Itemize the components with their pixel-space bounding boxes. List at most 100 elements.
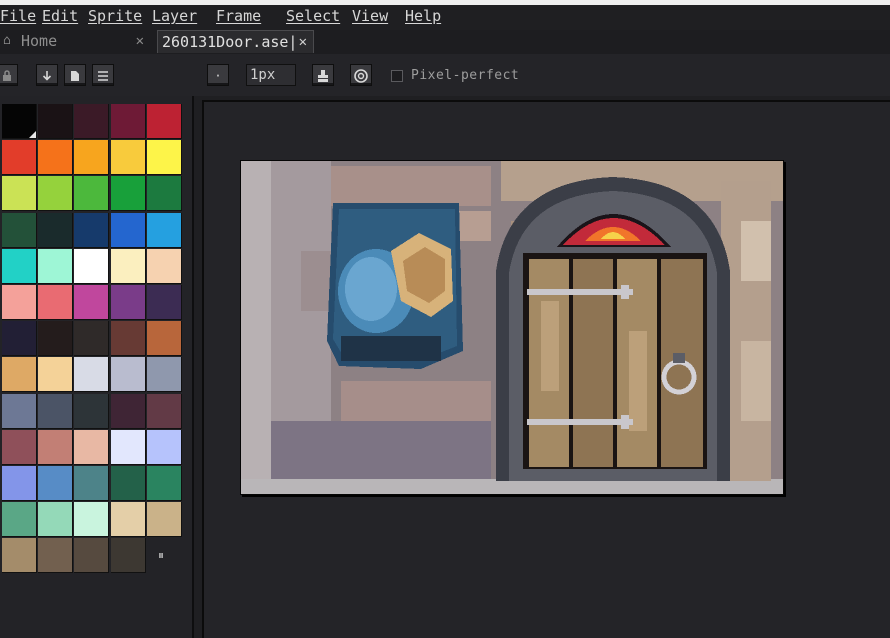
options-menu-button[interactable]	[92, 64, 114, 86]
ink-button[interactable]	[312, 64, 334, 86]
palette-swatch[interactable]	[38, 466, 74, 501]
palette-swatch[interactable]	[74, 176, 110, 212]
palette-swatch[interactable]	[110, 176, 146, 212]
palette-swatch[interactable]	[74, 140, 110, 176]
palette-swatch[interactable]	[38, 538, 74, 574]
palette-swatch[interactable]	[110, 429, 146, 465]
palette-swatch[interactable]	[38, 321, 74, 357]
palette-swatch[interactable]	[146, 104, 182, 139]
menu-sprite[interactable]: Sprite	[88, 7, 142, 25]
palette-swatch[interactable]	[2, 104, 37, 139]
palette-swatch[interactable]	[146, 248, 182, 284]
palette-swatch[interactable]	[2, 466, 37, 501]
palette-swatch[interactable]	[38, 104, 74, 139]
palette-swatch[interactable]	[2, 212, 37, 248]
close-icon[interactable]: ✕	[299, 31, 307, 53]
opacity-button[interactable]	[350, 64, 372, 86]
palette-swatch[interactable]	[74, 429, 110, 465]
palette-swatch[interactable]	[110, 285, 146, 320]
palette-swatch[interactable]	[38, 393, 74, 429]
palette-swatch[interactable]	[146, 140, 182, 176]
menu-view[interactable]: View	[352, 7, 388, 25]
pixel-perfect-label: Pixel-perfect	[411, 68, 520, 83]
palette-resize-handle[interactable]: ⏸	[158, 548, 164, 563]
new-page-button[interactable]	[64, 64, 86, 86]
palette-swatch[interactable]	[74, 212, 110, 248]
selected-color-marker	[29, 131, 36, 138]
lock-icon	[3, 70, 11, 81]
palette-swatch[interactable]	[38, 248, 74, 284]
palette-swatch[interactable]	[38, 212, 74, 248]
palette-swatch[interactable]	[74, 466, 110, 501]
palette-swatch[interactable]	[74, 321, 110, 357]
palette-swatch[interactable]	[38, 285, 74, 320]
palette-swatch[interactable]	[110, 140, 146, 176]
target-icon	[354, 69, 368, 83]
menu-help[interactable]: Help	[405, 7, 441, 25]
palette-swatch[interactable]	[38, 502, 74, 538]
palette-swatch[interactable]	[2, 357, 37, 393]
menu-file[interactable]: File	[0, 7, 36, 25]
window-top-strip	[0, 0, 890, 5]
palette-swatch[interactable]	[146, 285, 182, 320]
brush-size-field[interactable]: 1px	[246, 64, 296, 86]
sprite-canvas[interactable]	[240, 160, 784, 495]
palette-swatch[interactable]	[74, 104, 110, 139]
menu-layer[interactable]: Layer	[152, 7, 197, 25]
palette-swatch[interactable]	[146, 429, 182, 465]
home-icon: ⌂	[3, 33, 11, 48]
palette-swatch[interactable]	[110, 104, 146, 139]
move-down-button[interactable]	[36, 64, 58, 86]
page-icon	[71, 71, 79, 81]
palette-swatch[interactable]	[110, 538, 146, 574]
palette-swatch[interactable]	[2, 285, 37, 320]
palette-swatch[interactable]	[38, 176, 74, 212]
palette-swatch[interactable]	[110, 502, 146, 538]
palette-swatch[interactable]	[74, 248, 110, 284]
palette-swatch[interactable]	[110, 212, 146, 248]
menu-frame[interactable]: Frame	[216, 7, 261, 25]
close-icon[interactable]: ✕	[136, 30, 144, 52]
palette-swatch[interactable]	[2, 176, 37, 212]
menu-bar: File Edit Sprite Layer Frame Select View…	[0, 0, 890, 30]
palette-swatch[interactable]	[146, 357, 182, 393]
palette-swatch[interactable]	[110, 248, 146, 284]
palette-swatch[interactable]	[2, 502, 37, 538]
tab-home[interactable]: ⌂ Home ✕	[0, 30, 150, 52]
menu-edit[interactable]: Edit	[42, 7, 78, 25]
palette-swatch[interactable]	[74, 285, 110, 320]
palette-swatch[interactable]	[146, 176, 182, 212]
palette-swatch[interactable]	[74, 393, 110, 429]
palette-swatch[interactable]	[2, 321, 37, 357]
palette-swatch[interactable]	[110, 357, 146, 393]
palette-grid	[2, 104, 183, 574]
palette-panel	[0, 96, 194, 638]
palette-swatch[interactable]	[38, 429, 74, 465]
palette-swatch[interactable]	[2, 393, 37, 429]
palette-swatch[interactable]	[110, 321, 146, 357]
palette-swatch[interactable]	[110, 466, 146, 501]
stamp-icon	[318, 70, 328, 82]
pixel-perfect-checkbox[interactable]	[391, 70, 403, 82]
menu-icon	[98, 71, 108, 81]
palette-swatch[interactable]	[146, 212, 182, 248]
palette-swatch[interactable]	[146, 321, 182, 357]
palette-swatch[interactable]	[74, 502, 110, 538]
palette-swatch[interactable]	[146, 466, 182, 501]
palette-swatch[interactable]	[74, 357, 110, 393]
palette-swatch[interactable]	[38, 357, 74, 393]
palette-swatch[interactable]	[2, 140, 37, 176]
palette-swatch[interactable]	[2, 538, 37, 574]
tab-home-label: Home	[21, 32, 58, 50]
palette-swatch[interactable]	[146, 502, 182, 538]
lock-button[interactable]	[0, 64, 18, 86]
palette-swatch[interactable]	[2, 429, 37, 465]
tab-file[interactable]: 260131Door.ase| ✕	[157, 30, 314, 53]
palette-swatch[interactable]	[38, 140, 74, 176]
palette-swatch[interactable]	[110, 393, 146, 429]
palette-swatch[interactable]	[2, 248, 37, 284]
palette-swatch[interactable]	[146, 393, 182, 429]
brush-shape-button[interactable]: ·	[207, 64, 229, 86]
palette-swatch[interactable]	[74, 538, 110, 574]
menu-select[interactable]: Select	[286, 7, 340, 25]
